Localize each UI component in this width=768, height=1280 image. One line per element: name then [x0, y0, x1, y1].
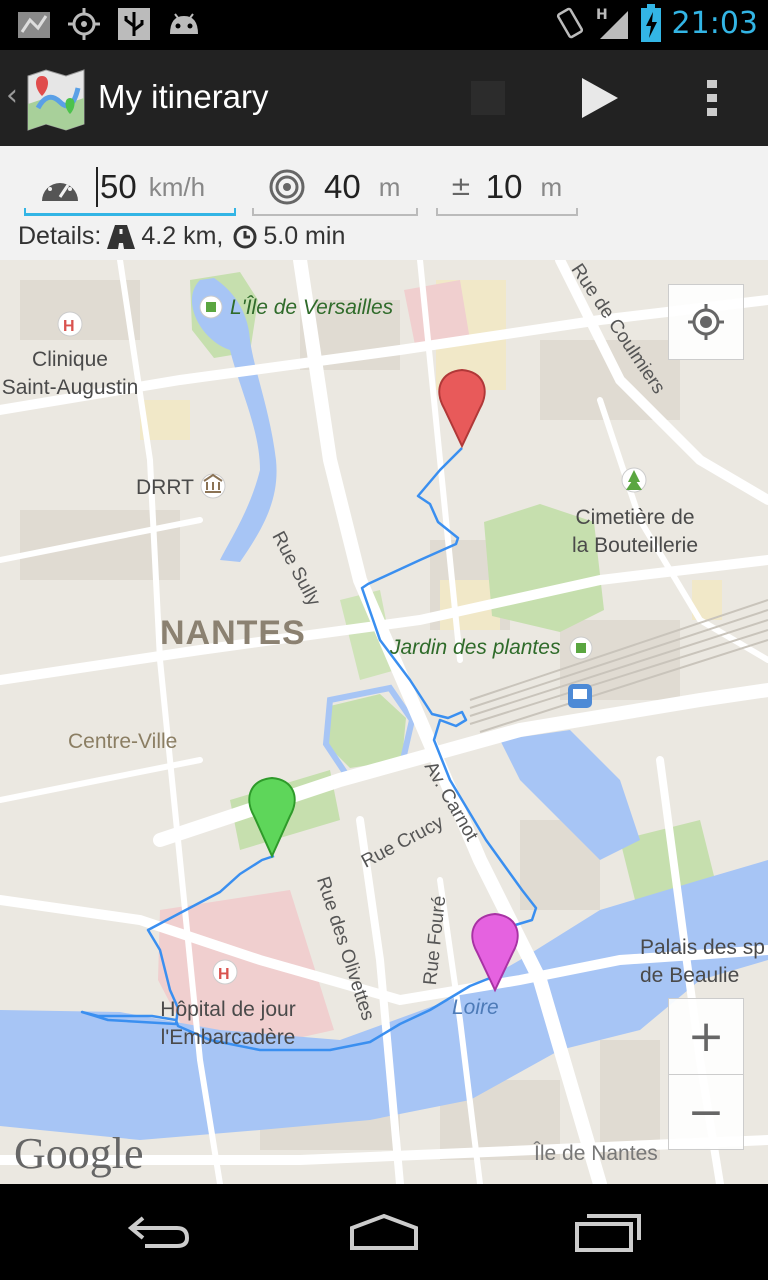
up-chevron-icon[interactable]: ‹ — [6, 78, 18, 113]
label-ile-versailles: L'Île de Versailles — [230, 296, 394, 319]
signal-icon: H — [596, 7, 628, 39]
back-icon — [127, 1216, 190, 1248]
battery-charging-icon — [640, 4, 661, 42]
stop-button[interactable] — [440, 50, 536, 146]
action-bar: ‹ My itinerary — [0, 50, 768, 146]
svg-text:H: H — [63, 318, 75, 335]
back-button[interactable] — [110, 1200, 210, 1264]
text-cursor — [96, 167, 98, 207]
page-title: My itinerary — [98, 78, 269, 115]
tolerance-value: 10 — [485, 168, 523, 205]
stop-icon — [471, 81, 505, 115]
overflow-menu-icon — [707, 80, 717, 116]
recent-apps-button[interactable] — [558, 1200, 658, 1264]
svg-text:H: H — [218, 966, 230, 983]
road-icon — [107, 224, 136, 249]
status-bar: H 21:03 — [0, 0, 768, 50]
radius-unit: m — [378, 171, 401, 202]
my-location-icon — [688, 304, 724, 340]
label-palais: Palais des sp de Beaulie — [640, 936, 765, 987]
clock: 21:03 — [671, 5, 758, 41]
label-hopital: Hôpital de jour l'Embarcadère — [160, 998, 296, 1049]
play-button[interactable] — [552, 50, 648, 146]
android-debug-icon — [170, 13, 198, 34]
target-icon — [269, 169, 305, 205]
speed-field[interactable]: 50 km/h — [24, 158, 236, 216]
duration-value: 5.0 min — [263, 222, 346, 250]
distance-value: 4.2 km, — [141, 222, 224, 250]
label-clinique: Clinique Saint-Augustin — [1, 348, 139, 399]
app-icon[interactable] — [24, 68, 88, 132]
overflow-menu-button[interactable] — [664, 50, 760, 146]
rotation-icon — [556, 7, 583, 39]
svg-text:H: H — [596, 7, 608, 23]
settings-panel: 50 km/h 40 m ± 10 m Details: 4.2 km, 5.0… — [0, 146, 768, 260]
my-location-button[interactable] — [668, 284, 744, 360]
zoom-in-icon: + — [687, 1011, 725, 1062]
label-loire: Loire — [452, 996, 499, 1019]
maps-icon — [18, 12, 50, 38]
zoom-in-button[interactable]: + — [668, 998, 744, 1074]
label-jardin: Jardin des plantes — [390, 636, 561, 659]
speed-value: 50 — [100, 168, 137, 205]
google-attribution: Google — [14, 1129, 144, 1178]
play-icon — [582, 78, 618, 118]
label-ile-nantes: Île de Nantes — [534, 1142, 658, 1165]
gps-icon — [68, 8, 100, 40]
radius-field[interactable]: 40 m — [252, 158, 418, 216]
tolerance-unit: m — [540, 171, 563, 202]
radius-value: 40 — [324, 168, 361, 205]
tolerance-prefix: ± — [450, 172, 472, 202]
label-centre-ville: Centre-Ville — [68, 730, 178, 753]
usb-icon — [118, 8, 150, 40]
zoom-out-button[interactable]: − — [668, 1074, 744, 1150]
zoom-out-icon: − — [687, 1086, 725, 1138]
recent-apps-icon — [575, 1214, 641, 1252]
tolerance-field[interactable]: ± 10 m — [436, 158, 578, 216]
route-details: Details: 4.2 km, 5.0 min — [18, 222, 345, 251]
label-cimetiere: Cimetière de la Bouteillerie — [571, 506, 699, 557]
speed-unit: km/h — [148, 171, 206, 202]
clock-icon — [233, 225, 257, 248]
map-view[interactable]: H H L'Île de Versailles Clinique Saint-A… — [0, 260, 768, 1184]
home-button[interactable] — [334, 1200, 434, 1264]
details-label: Details: — [18, 222, 102, 250]
navigation-bar — [0, 1184, 768, 1280]
label-nantes: NANTES — [160, 614, 306, 652]
label-drrt: DRRT — [136, 476, 194, 499]
home-icon — [350, 1213, 418, 1250]
speedometer-icon — [42, 175, 78, 201]
